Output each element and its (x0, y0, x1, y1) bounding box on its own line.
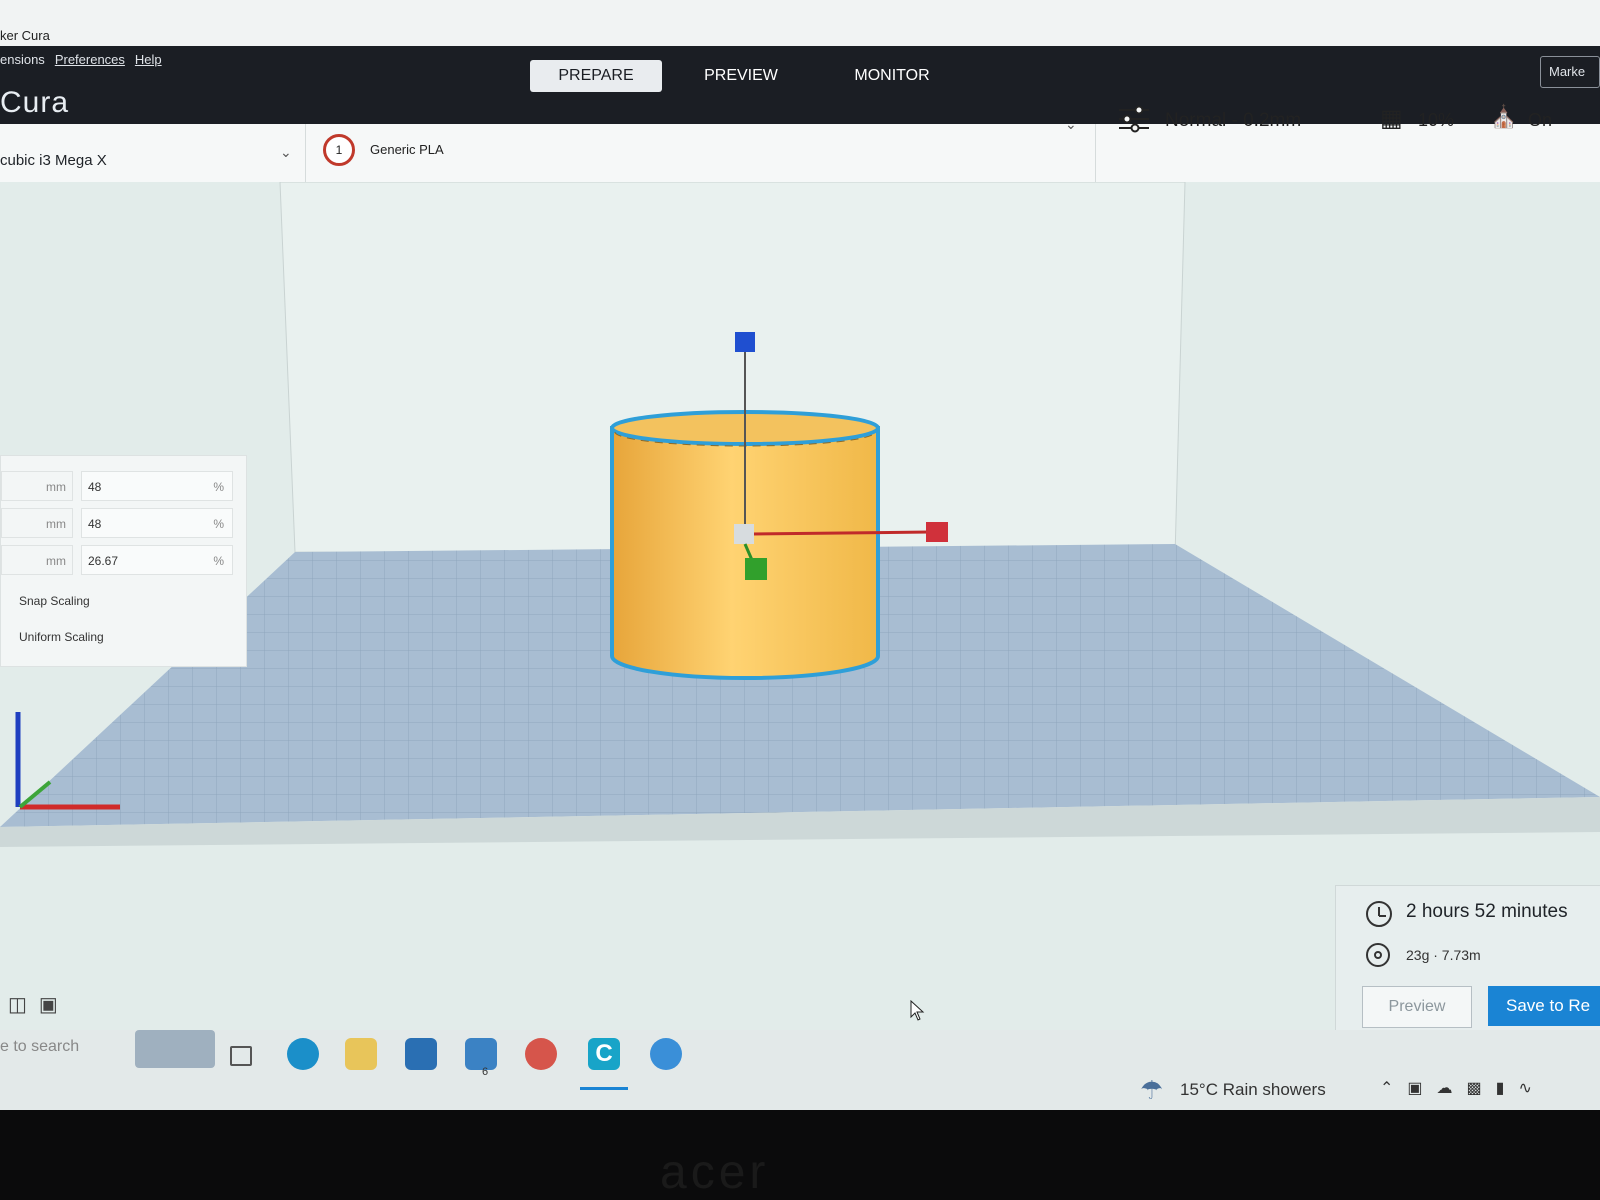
printer-selector[interactable]: cubic i3 Mega X ⌄ (0, 124, 306, 182)
store-icon[interactable] (405, 1038, 437, 1070)
weather-text[interactable]: 15°C Rain showers (1180, 1080, 1326, 1100)
gizmo-center (734, 524, 754, 544)
tab-prepare[interactable]: PREPARE (530, 60, 662, 92)
y-axis-handle (745, 558, 767, 580)
infill-label: 10% (1418, 110, 1455, 130)
cube-icon[interactable]: ◫ (8, 992, 27, 1017)
menu-bar: ensions Preferences Help (0, 52, 162, 67)
scale-x-percent-field[interactable]: 48% (81, 471, 233, 501)
cura-app-icon[interactable]: C (588, 1038, 620, 1070)
tab-monitor[interactable]: MONITOR (842, 60, 942, 92)
mail-badge: 6 (482, 1066, 489, 1078)
scale-x-mm-field[interactable]: mm (1, 471, 73, 501)
snap-scaling-option[interactable]: Snap Scaling (19, 594, 90, 608)
scale-tool-panel: mm 48% mm 48% mm 26.67% Snap Scaling Uni… (0, 455, 247, 667)
mail-icon[interactable] (465, 1038, 497, 1070)
screen: ker Cura ensions Preferences Help Cura P… (0, 0, 1600, 1110)
monitor-brand-logo: acer (660, 1146, 770, 1199)
battery-icon[interactable]: ▮ (1496, 1078, 1505, 1098)
scale-z-percent-value: 26.67 (88, 554, 119, 568)
spool-icon (1366, 943, 1390, 967)
printer-name: cubic i3 Mega X (0, 152, 107, 169)
toolbar: cubic i3 Mega X ⌄ 1 Generic PLA ⌄ Normal… (0, 104, 1600, 183)
x-axis-handle (926, 522, 948, 542)
percent-unit: % (213, 517, 224, 531)
scale-z-mm-field[interactable]: mm (1, 545, 73, 575)
material-selector[interactable]: 1 Generic PLA ⌄ (305, 116, 1096, 182)
material-name: Generic PLA (370, 142, 444, 157)
chevron-down-icon: ⌄ (280, 144, 292, 160)
profile-label: Normal - 0.2mm (1165, 110, 1302, 131)
title-bar: ker Cura (0, 0, 1600, 46)
chevron-down-icon: ⌄ (1065, 116, 1077, 132)
system-tray: ⌃ ▣ ☁ ▩ ▮ ∿ (1380, 1078, 1532, 1098)
taskbar-search[interactable]: e to search (0, 1038, 79, 1056)
scale-y-percent-value: 48 (88, 517, 102, 531)
rain-cloud-icon: ☂ (1140, 1075, 1164, 1105)
scale-row-z: mm 26.67% (1, 545, 236, 577)
scale-z-percent-field[interactable]: 26.67% (81, 545, 233, 575)
object-tool-icons: ◫ ▣ (8, 992, 58, 1017)
menu-extensions[interactable]: ensions (0, 52, 45, 67)
extruder-badge: 1 (323, 134, 355, 166)
support-label: On (1528, 110, 1553, 130)
settings-sliders-icon (1119, 105, 1149, 133)
scale-x-percent-value: 48 (88, 480, 102, 494)
taskbar: e to search 6 C ☂ 15°C Rain showers ⌃ ▣ … (0, 1030, 1600, 1110)
file-explorer-icon[interactable] (345, 1038, 377, 1070)
scale-row-y: mm 48% (1, 508, 236, 540)
meet-icon[interactable]: ▣ (1407, 1078, 1422, 1098)
percent-unit: % (213, 554, 224, 568)
chrome-icon[interactable] (650, 1038, 682, 1070)
search-highlight-image (135, 1030, 215, 1068)
edge-icon[interactable] (287, 1038, 319, 1070)
app-title: ker Cura (0, 28, 50, 43)
active-app-indicator (580, 1087, 628, 1090)
chevron-up-icon[interactable]: ⌃ (1380, 1078, 1393, 1098)
z-axis-handle (735, 332, 755, 352)
cube-outline-icon[interactable]: ▣ (39, 992, 58, 1017)
percent-unit: % (213, 480, 224, 494)
firefox-icon[interactable] (525, 1038, 557, 1070)
mouse-cursor-icon (910, 1000, 925, 1021)
wifi-icon[interactable]: ∿ (1518, 1078, 1531, 1098)
preview-button[interactable]: Preview (1362, 986, 1472, 1028)
app-header: ensions Preferences Help Cura PREPARE PR… (0, 46, 1600, 124)
task-view-icon[interactable] (230, 1046, 252, 1066)
menu-preferences[interactable]: Preferences (55, 52, 125, 67)
print-time: 2 hours 52 minutes (1406, 901, 1568, 922)
tab-preview[interactable]: PREVIEW (696, 60, 786, 92)
menu-help[interactable]: Help (135, 52, 162, 67)
marketplace-button[interactable]: Marke (1540, 56, 1600, 88)
clock-icon (1366, 901, 1392, 927)
scale-y-mm-field[interactable]: mm (1, 508, 73, 538)
scale-row-x: mm 48% (1, 471, 236, 503)
cura-logo: Cura (0, 86, 70, 119)
display-icon[interactable]: ▩ (1467, 1078, 1482, 1098)
save-to-removable-button[interactable]: Save to Re (1488, 986, 1600, 1026)
support-icon: ⛪ (1490, 104, 1518, 129)
uniform-scaling-option[interactable]: Uniform Scaling (19, 630, 104, 644)
scale-y-percent-field[interactable]: 48% (81, 508, 233, 538)
print-settings-selector[interactable]: Normal - 0.2mm ▦ 10% ⛪ On (1095, 104, 1600, 182)
infill-icon: ▦ (1380, 105, 1403, 132)
material-usage: 23g · 7.73m (1406, 947, 1481, 963)
onedrive-icon[interactable]: ☁ (1437, 1078, 1453, 1098)
